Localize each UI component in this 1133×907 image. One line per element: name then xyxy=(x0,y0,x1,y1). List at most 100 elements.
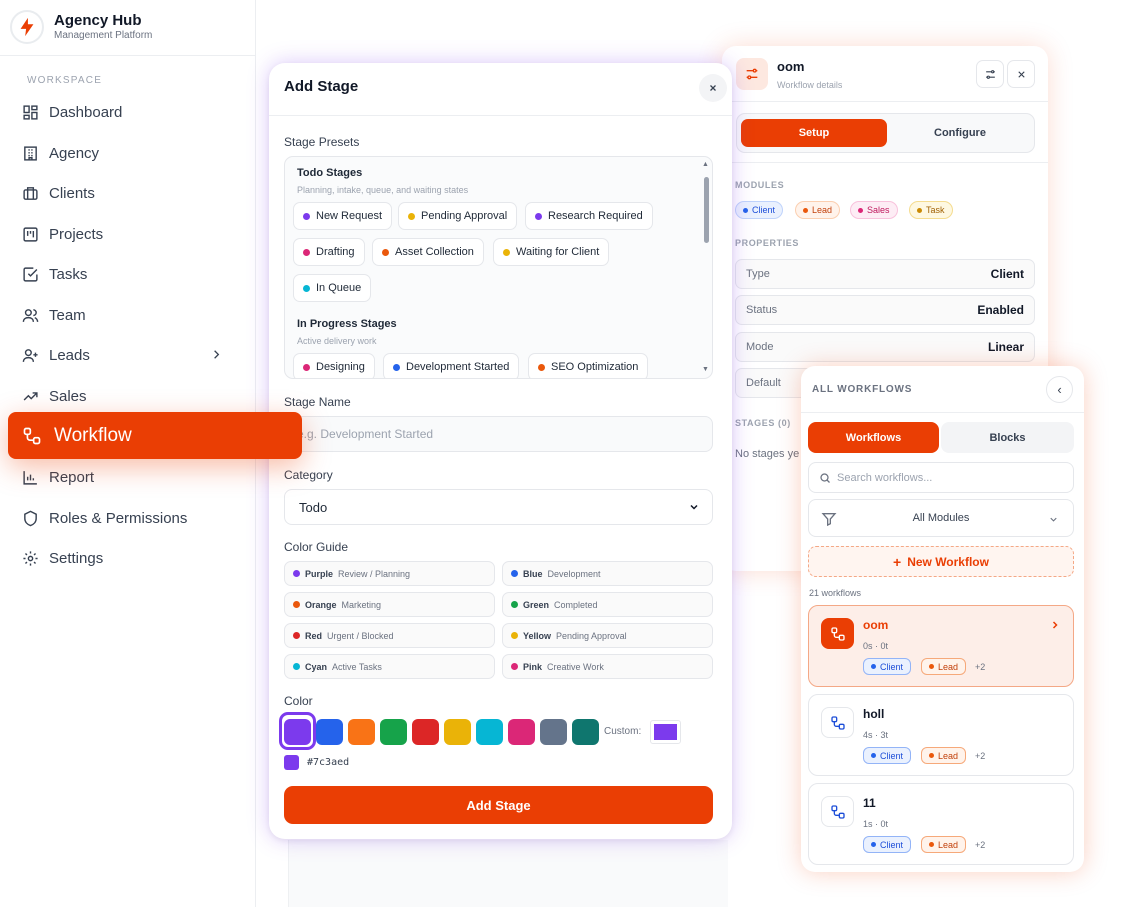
new-workflow-label: New Workflow xyxy=(907,554,989,569)
color-swatch-purple[interactable] xyxy=(284,719,311,745)
status-dot xyxy=(803,207,808,213)
sidebar-item-tasks[interactable]: Tasks xyxy=(22,260,232,288)
color-description: Creative Work xyxy=(547,661,604,672)
sidebar-item-label: Tasks xyxy=(49,265,88,283)
color-swatch-green[interactable] xyxy=(380,719,407,745)
tab-workflows[interactable]: Workflows xyxy=(808,422,939,453)
sidebar-item-dashboard[interactable]: Dashboard xyxy=(22,98,232,126)
add-stage-button[interactable]: Add Stage xyxy=(284,786,713,824)
stage-name-input[interactable]: e.g. Development Started xyxy=(284,416,713,452)
tag-lead: Lead xyxy=(921,747,967,764)
filter-icon xyxy=(821,513,837,527)
search-icon xyxy=(820,472,830,483)
preset-chip-label: Designing xyxy=(316,361,365,373)
custom-color-picker[interactable] xyxy=(650,720,681,744)
module-chip-lead: Lead xyxy=(795,201,841,219)
workflow-card[interactable]: oom 0s · 0t Client Lead +2 xyxy=(808,605,1074,687)
preset-chip-label: New Request xyxy=(316,210,383,222)
preset-chip[interactable]: Development Started xyxy=(383,353,520,378)
sidebar-item-report[interactable]: Report xyxy=(22,463,232,491)
user-plus-icon xyxy=(22,348,38,362)
sidebar-item-agency[interactable]: Agency xyxy=(22,139,232,167)
properties-label: PROPERTIES xyxy=(735,238,800,248)
color-dot xyxy=(871,842,876,847)
sidebar-item-projects[interactable]: Projects xyxy=(22,220,232,248)
property-row-type: Type Client xyxy=(735,259,1035,289)
all-workflows-panel: ALL WORKFLOWS ‹ Workflows Blocks Search … xyxy=(801,366,1084,872)
workflow-meta: 1s · 0t xyxy=(863,819,889,829)
color-dot xyxy=(408,212,415,220)
new-workflow-button[interactable]: + New Workflow xyxy=(808,546,1074,577)
close-details-button[interactable] xyxy=(1007,60,1035,88)
collapse-panel-button[interactable]: ‹ xyxy=(1046,376,1073,403)
close-modal-button[interactable] xyxy=(699,74,727,102)
color-name: Yellow xyxy=(523,630,552,641)
color-swatch-orange[interactable] xyxy=(348,719,375,745)
color-dot xyxy=(303,284,310,292)
tab-blocks[interactable]: Blocks xyxy=(941,422,1074,453)
tab-setup[interactable]: Setup xyxy=(741,119,887,147)
scroll-thumb[interactable] xyxy=(704,177,709,243)
color-swatch-slate[interactable] xyxy=(540,719,567,745)
divider xyxy=(801,412,1084,413)
category-select[interactable]: Todo xyxy=(284,489,713,525)
color-dot xyxy=(929,842,934,847)
add-stage-modal: Add Stage Stage Presets Todo Stages Plan… xyxy=(269,63,732,839)
preset-chip[interactable]: Waiting for Client xyxy=(493,238,610,266)
color-swatch-red[interactable] xyxy=(412,719,439,745)
preset-chip[interactable]: Designing xyxy=(293,353,375,378)
workflow-count: 21 workflows xyxy=(809,588,862,598)
sidebar-item-workflow[interactable]: Workflow xyxy=(8,412,302,459)
property-row-status: Status Enabled xyxy=(735,295,1035,325)
presets-scrollbar[interactable]: ▲ ▼ xyxy=(701,161,711,375)
brand[interactable]: Agency Hub Management Platform xyxy=(10,8,152,46)
workflow-icon xyxy=(23,427,41,444)
workflow-card[interactable]: holl 4s · 3t Client Lead +2 xyxy=(808,694,1074,776)
color-description: Review / Planning xyxy=(338,568,411,579)
category-label: Category xyxy=(284,468,333,482)
color-description: Urgent / Blocked xyxy=(327,630,394,641)
sidebar-item-team[interactable]: Team xyxy=(22,301,232,329)
more-tags-count: +2 xyxy=(975,662,986,672)
stage-presets-list[interactable]: Todo Stages Planning, intake, queue, and… xyxy=(284,156,713,379)
sidebar-item-leads[interactable]: Leads xyxy=(22,341,232,369)
module-chip-client: Client xyxy=(735,201,784,219)
all-workflows-header: ALL WORKFLOWS xyxy=(812,384,913,395)
color-dot xyxy=(871,753,876,758)
workflow-card[interactable]: 11 1s · 0t Client Lead +2 xyxy=(808,783,1074,865)
sidebar-item-clients[interactable]: Clients xyxy=(22,179,232,207)
preset-chip[interactable]: Research Required xyxy=(525,202,653,230)
preset-chip[interactable]: Pending Approval xyxy=(398,202,518,230)
preset-chip[interactable]: Drafting xyxy=(293,238,365,266)
bar-chart-icon xyxy=(23,470,37,485)
sidebar-item-label: Agency xyxy=(49,144,100,162)
settings-sliders-button[interactable] xyxy=(976,60,1004,88)
tab-configure[interactable]: Configure xyxy=(887,119,1033,147)
preset-chip[interactable]: New Request xyxy=(293,202,393,230)
color-swatch-blue[interactable] xyxy=(316,719,343,745)
checkbox-icon xyxy=(23,266,38,282)
color-dot xyxy=(303,248,310,256)
color-swatch-pink[interactable] xyxy=(508,719,535,745)
preset-chip[interactable]: SEO Optimization xyxy=(528,353,649,378)
color-dot xyxy=(382,248,389,256)
sidebar-item-sales[interactable]: Sales xyxy=(22,382,232,410)
scroll-down-arrow-icon[interactable]: ▼ xyxy=(702,366,709,373)
status-dot xyxy=(917,207,922,213)
more-tags-count: +2 xyxy=(975,751,986,761)
module-filter-select[interactable]: All Modules xyxy=(808,499,1074,537)
search-workflows-input[interactable]: Search workflows... xyxy=(808,462,1074,493)
color-swatch-teal[interactable] xyxy=(572,719,599,745)
chevron-down-icon xyxy=(1050,517,1057,522)
scroll-up-arrow-icon[interactable]: ▲ xyxy=(702,161,709,168)
color-name: Pink xyxy=(523,661,543,672)
color-swatch-cyan[interactable] xyxy=(476,719,503,745)
sidebar-item-roles-permissions[interactable]: Roles & Permissions xyxy=(22,504,232,532)
sidebar-item-settings[interactable]: Settings xyxy=(22,544,232,572)
preset-chip[interactable]: In Queue xyxy=(293,274,372,302)
color-swatch-yellow[interactable] xyxy=(444,719,471,745)
custom-color-label: Custom: xyxy=(604,726,642,737)
chevron-down-icon xyxy=(690,504,698,510)
chevron-right-icon xyxy=(1052,621,1058,629)
preset-chip[interactable]: Asset Collection xyxy=(372,238,484,266)
